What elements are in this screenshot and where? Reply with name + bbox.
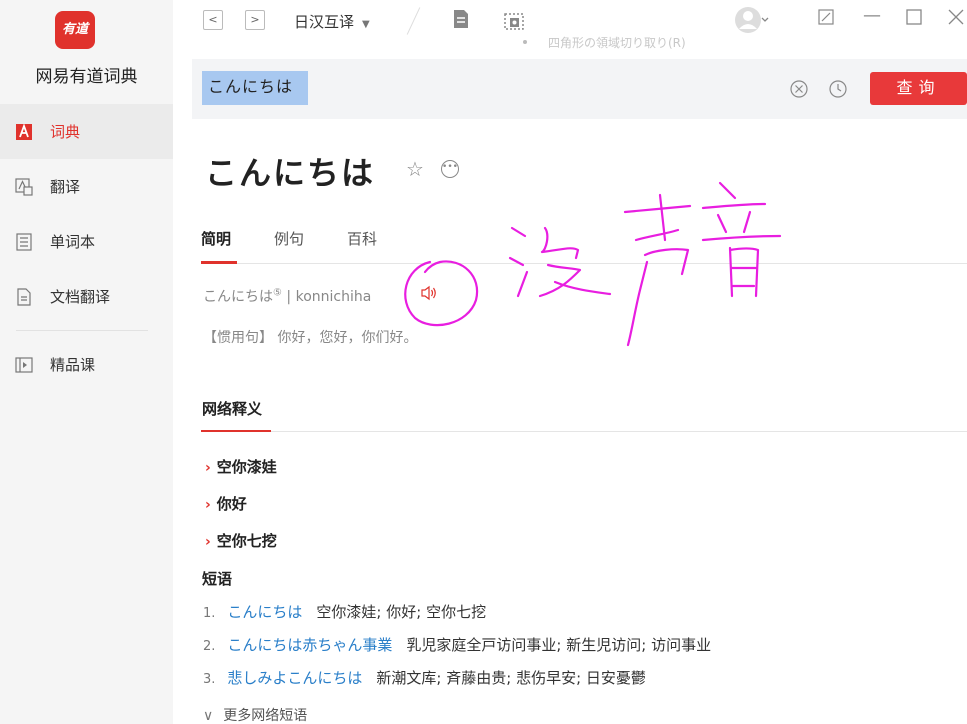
divider [406,7,421,35]
network-definitions-title: 网络释义 [202,400,263,418]
sidebar-item-label: 文档翻译 [50,288,111,306]
chevron-down-icon: ▼ [362,19,370,30]
app-logo: 有道 [55,11,95,49]
network-definition-item[interactable]: › 空你七挖 [205,530,277,551]
forward-button[interactable]: > [245,10,265,30]
document-translate-icon [14,287,34,307]
speaker-icon[interactable] [420,285,438,301]
screenshot-icon[interactable] [503,9,525,35]
query-button[interactable]: 查询 [870,72,967,105]
divider [201,431,967,432]
pronunciation-word: こんにちは [203,289,273,305]
youdao-dictionary-window: 有道 网易有道词典 词典 翻译 单词本 文档翻译 精品课 < > 日汉互译 ▼ … [0,0,967,724]
phrase-item: 1. こんにちは 空你漆娃; 你好; 空你七挖 [203,603,487,621]
close-button[interactable] [948,9,964,30]
sidebar-divider [16,330,148,331]
annotation-circle [404,260,479,327]
language-mode-label: 日汉互译 [294,13,355,31]
avatar[interactable] [733,5,769,39]
tab-examples[interactable]: 例句 [274,228,304,249]
wordbook-icon [14,232,34,252]
language-mode-select[interactable]: 日汉互译 ▼ [294,11,370,32]
clear-icon[interactable] [789,79,809,99]
network-definition-item[interactable]: › 空你漆娃 [205,456,277,477]
chevron-down-icon: ∨ [203,708,214,724]
section-indicator [201,430,271,432]
headword: こんにちは [205,154,376,192]
annotation-stroke [718,181,737,200]
search-bar: 查询 [192,59,967,119]
maximize-button[interactable] [906,9,922,30]
tab-encyclopedia[interactable]: 百科 [347,228,377,249]
course-icon [14,355,34,375]
phrase-link[interactable]: こんにちは [227,603,302,621]
annotation-stroke [538,263,612,298]
sidebar: 有道 网易有道词典 词典 翻译 单词本 文档翻译 精品课 [0,0,173,724]
idiom-definition: 【惯用句】 你好，您好，你们好。 [203,330,418,346]
annotation-stroke [701,202,767,210]
app-name: 网易有道词典 [35,67,138,87]
document-icon[interactable] [452,9,470,33]
active-tab-indicator [201,261,237,264]
sidebar-item-wordbook[interactable]: 单词本 [0,214,173,269]
ghost-tooltip-text: 四角形の領域切り取り(R) [548,36,686,50]
romaji: | konnichiha [281,289,372,305]
sidebar-item-label: 词典 [50,123,81,141]
phrases-title: 短语 [202,570,233,588]
chevron-right-icon: › [205,497,211,513]
annotation-stroke [623,204,692,214]
chevron-right-icon: › [205,460,211,476]
star-icon[interactable]: ☆ [406,157,424,181]
phrase-link[interactable]: 悲しみよこんにちは [227,669,362,687]
sidebar-item-label: 单词本 [50,233,96,251]
result-tabs: 简明 例句 百科 [201,228,967,264]
more-options-icon[interactable]: ••• [441,160,459,178]
phrase-item: 2. こんにちは赤ちゃん事業 乳児家庭全戸访问事业; 新生児访问; 访问事业 [203,636,712,654]
sidebar-item-document-translate[interactable]: 文档翻译 [0,269,173,324]
history-icon[interactable] [828,79,848,99]
translate-icon [14,177,34,197]
sidebar-nav: 词典 翻译 单词本 文档翻译 精品课 [0,104,173,392]
more-phrases-link[interactable]: ∨ 更多网络短语 [203,705,307,724]
pronunciation: こんにちは⑤ | konnichiha [203,286,371,306]
sidebar-item-translate[interactable]: 翻译 [0,159,173,214]
tab-brief[interactable]: 简明 [201,228,231,249]
sidebar-item-dictionary[interactable]: 词典 [0,104,173,159]
chevron-right-icon: › [205,534,211,550]
search-input[interactable] [202,71,308,105]
pitch-accent: ⑤ [273,287,282,299]
network-definition-item[interactable]: › 你好 [205,493,247,514]
pin-window-icon[interactable] [818,9,834,30]
sidebar-item-label: 精品课 [50,356,96,374]
sidebar-item-course[interactable]: 精品课 [0,337,173,392]
phrase-item: 3. 悲しみよこんにちは 新潮文库; 斉藤由贵; 悲伤早安; 日安憂鬱 [203,669,646,687]
ghost-bullet [523,40,527,44]
back-button[interactable]: < [203,10,223,30]
annotation-stroke [516,270,529,298]
phrase-link[interactable]: こんにちは赤ちゃん事業 [227,636,392,654]
sidebar-item-label: 翻译 [50,178,81,196]
dictionary-icon [14,122,34,142]
minimize-button[interactable]: — [863,5,881,26]
